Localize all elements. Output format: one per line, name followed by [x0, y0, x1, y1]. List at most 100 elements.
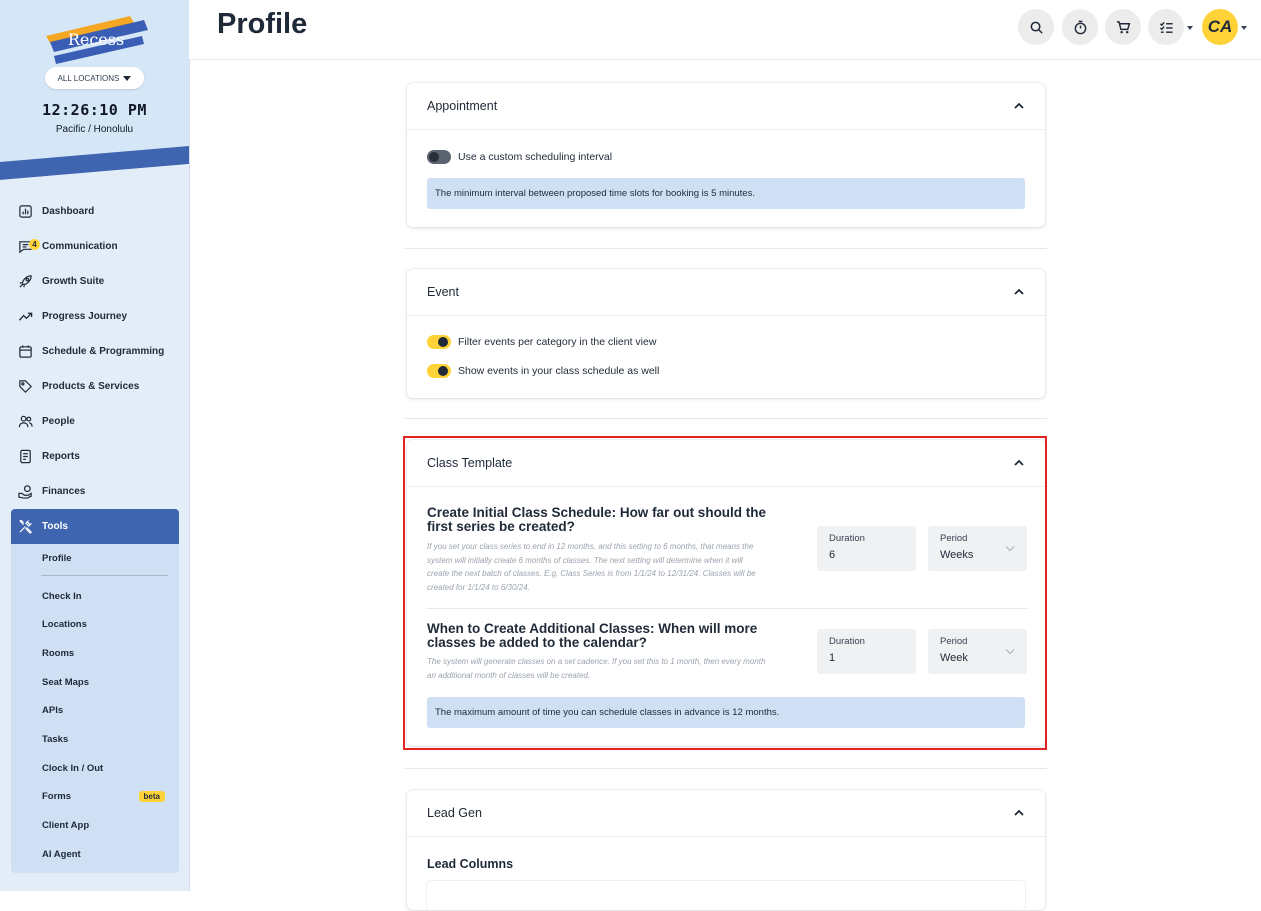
tasks-button[interactable] [1148, 9, 1184, 45]
recess-logo[interactable]: Recess [40, 12, 150, 64]
card-title: Lead Gen [427, 806, 482, 820]
nav-item-progress-journey[interactable]: Progress Journey [11, 299, 179, 334]
nav-item-tools[interactable]: Tools [11, 509, 179, 544]
main-nav: Dashboard 4 Communication Growth Suite P… [11, 194, 179, 873]
chevron-up-icon[interactable] [1013, 807, 1025, 819]
main-content: Appointment Use a custom scheduling inte… [189, 60, 1261, 910]
nav-item-communication[interactable]: 4 Communication [11, 229, 179, 264]
show-events-row: Show events in your class schedule as we… [407, 360, 1045, 382]
avatar-caret-icon[interactable] [1241, 26, 1247, 30]
submenu-label: Profile [42, 552, 72, 564]
sidebar-header: Recess ALL LOCATIONS 12:26:10 PM Pacific… [0, 0, 189, 180]
nav-label: Growth Suite [42, 276, 105, 287]
card-header[interactable]: Event [407, 269, 1045, 316]
clock-time: 12:26:10 PM [42, 101, 147, 119]
submenu-item-clock-in-out[interactable]: Clock In / Out [11, 754, 179, 783]
logo-text: Recess [68, 30, 124, 49]
lead-gen-card: Lead Gen Lead Columns [407, 790, 1045, 910]
header-stripe [0, 146, 189, 180]
custom-interval-row: Use a custom scheduling interval [407, 146, 1045, 168]
submenu-item-seat-maps[interactable]: Seat Maps [11, 668, 179, 697]
submenu-item-check-in[interactable]: Check In [11, 582, 179, 611]
appointment-card: Appointment Use a custom scheduling inte… [407, 83, 1045, 227]
submenu-item-locations[interactable]: Locations [11, 610, 179, 639]
tools-icon [19, 519, 33, 534]
submenu-item-apis[interactable]: APIs [11, 696, 179, 725]
show-events-toggle[interactable] [427, 364, 451, 378]
nav-label: Dashboard [42, 206, 95, 217]
nav-item-growth-suite[interactable]: Growth Suite [11, 264, 179, 299]
filter-events-toggle[interactable] [427, 335, 451, 349]
report-icon [20, 449, 31, 464]
submenu-item-rooms[interactable]: Rooms [11, 639, 179, 668]
toggle-label: Show events in your class schedule as we… [458, 365, 660, 377]
section-divider [405, 248, 1047, 249]
section-divider [405, 418, 1047, 419]
highlight-outline [403, 436, 1047, 750]
tools-submenu: Profile Check In Locations Rooms Seat Ma… [11, 544, 179, 873]
nav-item-finances[interactable]: Finances [11, 474, 179, 509]
nav-item-reports[interactable]: Reports [11, 439, 179, 474]
submenu-label: Rooms [42, 647, 75, 659]
search-button[interactable] [1018, 9, 1054, 45]
cart-button[interactable] [1105, 9, 1141, 45]
nav-item-dashboard[interactable]: Dashboard [11, 194, 179, 229]
submenu-item-profile[interactable]: Profile [11, 544, 179, 573]
chevron-up-icon[interactable] [1013, 286, 1025, 298]
submenu-label: Client App [42, 820, 90, 832]
nav-item-people[interactable]: People [11, 404, 179, 439]
nav-label: Schedule & Programming [42, 346, 165, 357]
nav-label: Communication [42, 241, 118, 252]
nav-label: Finances [42, 486, 86, 497]
finance-icon [18, 485, 32, 499]
submenu-label: Locations [42, 619, 87, 631]
chevron-up-icon[interactable] [1013, 100, 1025, 112]
avatar[interactable]: CA [1202, 9, 1238, 45]
nav-label: Reports [42, 451, 80, 462]
nav-label: Progress Journey [42, 311, 128, 322]
submenu-label: Forms [42, 791, 72, 803]
nav-label: People [42, 416, 75, 427]
submenu-label: Tasks [42, 733, 69, 745]
notification-badge: 4 [29, 239, 40, 250]
submenu-item-forms[interactable]: Forms beta [11, 783, 179, 812]
page-title: Profile [217, 8, 308, 40]
filter-events-row: Filter events per category in the client… [407, 331, 1045, 353]
lead-columns-panel [427, 881, 1025, 911]
card-header[interactable]: Appointment [407, 83, 1045, 130]
clock-timezone: Pacific / Honolulu [55, 124, 134, 135]
submenu-item-client-app[interactable]: Client App [11, 811, 179, 840]
beta-badge: beta [138, 790, 165, 802]
cart-icon [1116, 20, 1130, 33]
trending-up-icon [18, 312, 33, 321]
nav-label: Tools [42, 521, 68, 532]
location-selector-label: ALL LOCATIONS [57, 73, 120, 83]
card-title: Event [427, 285, 459, 299]
info-box: The minimum interval between proposed ti… [427, 178, 1025, 209]
calendar-icon [19, 345, 32, 358]
submenu-item-ai-agent[interactable]: AI Agent [11, 840, 179, 869]
custom-interval-toggle[interactable] [427, 150, 451, 164]
card-title: Appointment [427, 99, 498, 113]
sidebar: Recess ALL LOCATIONS 12:26:10 PM Pacific… [0, 0, 190, 891]
submenu-label: Check In [42, 590, 82, 602]
timer-button[interactable] [1062, 9, 1098, 45]
nav-item-products[interactable]: Products & Services [11, 369, 179, 404]
submenu-label: APIs [42, 705, 64, 717]
submenu-item-tasks[interactable]: Tasks [11, 725, 179, 754]
event-card: Event Filter events per category in the … [407, 269, 1045, 398]
nav-item-schedule[interactable]: Schedule & Programming [11, 334, 179, 369]
dashboard-icon [19, 205, 32, 218]
section-subtitle: Lead Columns [427, 857, 514, 871]
card-header[interactable]: Lead Gen [407, 790, 1045, 837]
submenu-label: Seat Maps [42, 676, 89, 688]
caret-down-icon [123, 75, 132, 81]
submenu-label: AI Agent [42, 848, 81, 860]
submenu-divider [41, 574, 168, 576]
checklist-icon [1159, 21, 1173, 33]
tag-icon [19, 380, 32, 393]
toggle-label: Filter events per category in the client… [458, 336, 657, 348]
location-selector[interactable]: ALL LOCATIONS [45, 67, 144, 89]
tasks-caret-icon[interactable] [1187, 26, 1193, 30]
search-icon [1030, 21, 1043, 34]
